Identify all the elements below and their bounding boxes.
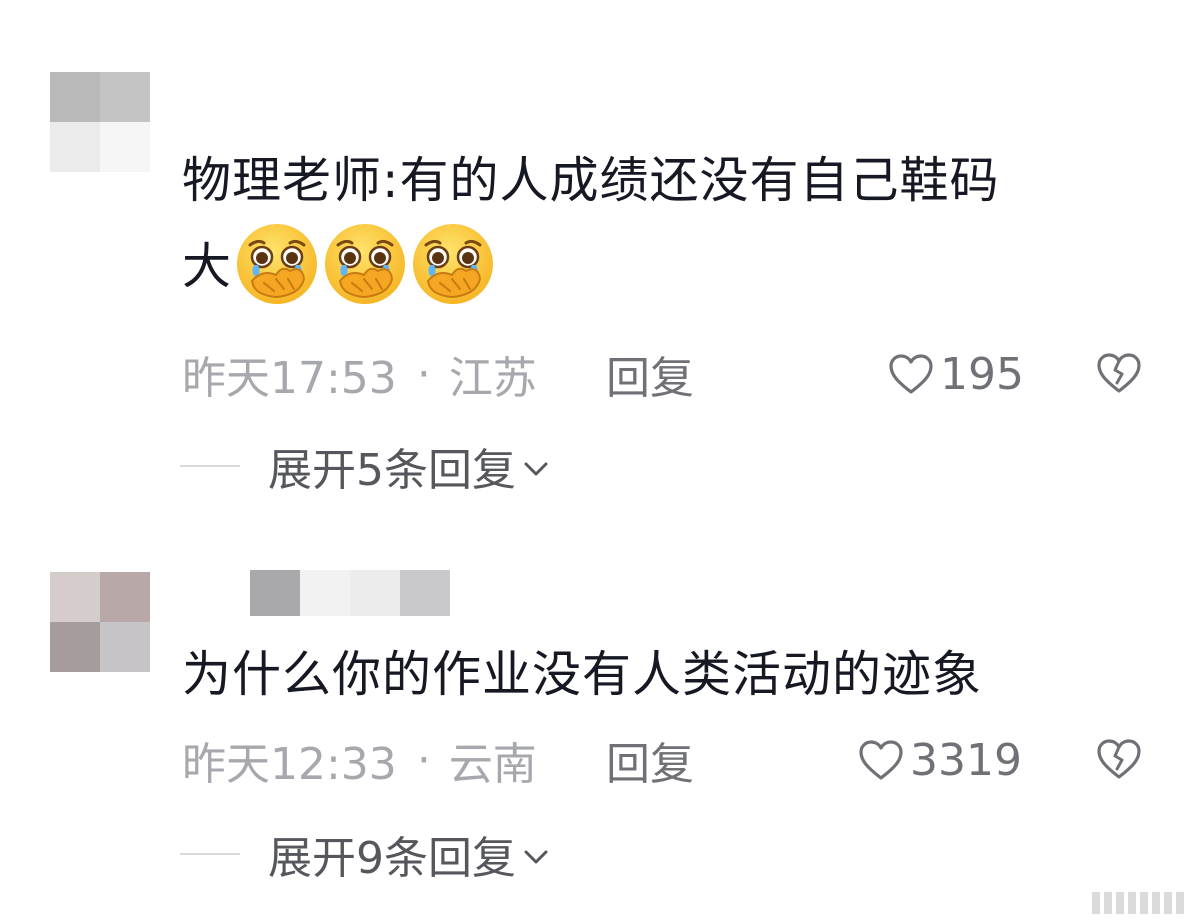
expand-replies-label: 展开9条回复 bbox=[268, 833, 516, 884]
username-redacted[interactable] bbox=[250, 570, 450, 616]
comment-text: 为什么你的作业没有人类活动的迹象 bbox=[182, 632, 1142, 718]
comment-meta: 昨天17:53 · 江苏 回复 195 bbox=[182, 344, 1142, 404]
comment-text-line1: 物理老师:有的人成绩还没有自己鞋码 bbox=[182, 152, 1000, 209]
separator-dot: · bbox=[416, 734, 431, 786]
comment-location: 江苏 bbox=[448, 353, 537, 404]
avatar[interactable] bbox=[50, 572, 150, 672]
like-count: 195 bbox=[940, 348, 1024, 400]
like-button[interactable]: 3319 bbox=[858, 735, 1022, 786]
watermark bbox=[1092, 892, 1184, 914]
comment-text: 物理老师:有的人成绩还没有自己鞋码 大 bbox=[182, 138, 1142, 313]
heart-outline-icon bbox=[859, 740, 903, 780]
crying-face-covering-mouth-emoji bbox=[325, 223, 406, 304]
heart-outline-icon bbox=[889, 354, 933, 394]
crying-face-covering-mouth-emoji bbox=[237, 223, 318, 304]
divider-line bbox=[180, 465, 240, 467]
expand-replies-label: 展开5条回复 bbox=[268, 445, 516, 496]
broken-heart-icon[interactable] bbox=[1096, 352, 1142, 394]
comment-meta: 昨天12:33 · 云南 回复 3319 bbox=[182, 730, 1142, 790]
comment-text-line2: 大 bbox=[182, 238, 233, 295]
comment-location: 云南 bbox=[448, 739, 537, 790]
emoji-group bbox=[234, 221, 498, 307]
separator-dot: · bbox=[416, 348, 431, 400]
like-button[interactable]: 195 bbox=[888, 349, 1024, 400]
broken-heart-icon[interactable] bbox=[1096, 738, 1142, 780]
expand-replies-button[interactable]: 展开9条回复 bbox=[180, 824, 550, 884]
crying-face-covering-mouth-emoji bbox=[413, 223, 494, 304]
expand-replies-button[interactable]: 展开5条回复 bbox=[180, 436, 550, 496]
reply-button[interactable]: 回复 bbox=[606, 728, 694, 792]
comment-text-line1: 为什么你的作业没有人类活动的迹象 bbox=[182, 646, 983, 703]
avatar[interactable] bbox=[50, 72, 150, 172]
divider-line bbox=[180, 853, 240, 855]
comment-time: 昨天17:53 bbox=[182, 353, 397, 404]
like-count: 3319 bbox=[910, 734, 1022, 786]
reply-button[interactable]: 回复 bbox=[606, 342, 694, 406]
chevron-down-icon bbox=[524, 850, 548, 864]
chevron-down-icon bbox=[524, 462, 548, 476]
comment-time: 昨天12:33 bbox=[182, 739, 397, 790]
